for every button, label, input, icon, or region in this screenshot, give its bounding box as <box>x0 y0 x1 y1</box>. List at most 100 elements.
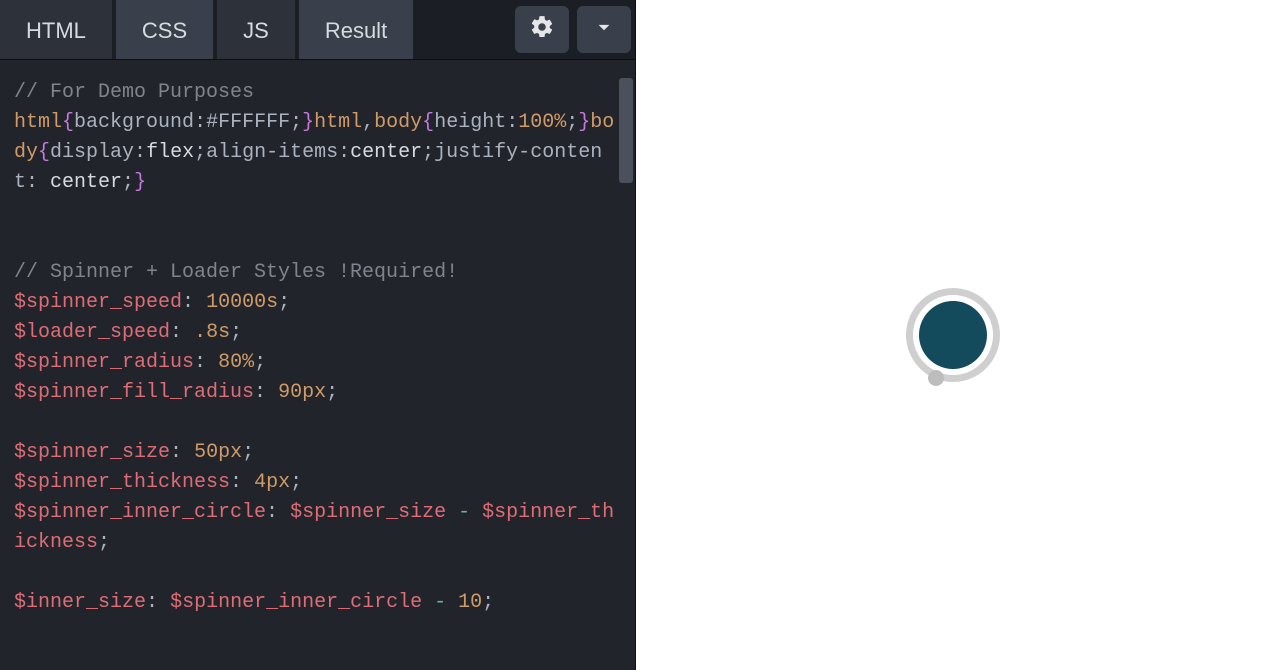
code-token: : <box>134 141 146 164</box>
code-comment: // Spinner + Loader Styles !Required! <box>14 261 458 284</box>
code-token: ; <box>194 141 206 164</box>
preview-panel <box>635 0 1270 670</box>
chevron-down-icon <box>591 14 617 45</box>
code-blank <box>14 198 621 228</box>
code-token: $spinner_size <box>14 441 170 464</box>
code-line: html{background:#FFFFFF;}html,body{heigh… <box>14 108 621 198</box>
code-token: ; <box>254 351 266 374</box>
tab-label: HTML <box>26 18 86 44</box>
settings-button[interactable] <box>515 6 569 53</box>
code-token: background <box>74 111 194 134</box>
code-token: { <box>38 141 50 164</box>
code-token: ; <box>242 441 254 464</box>
code-token: { <box>62 111 74 134</box>
code-token: : <box>194 351 206 374</box>
code-line: $loader_speed: .8s; <box>14 318 621 348</box>
code-token: 50px <box>194 441 242 464</box>
code-line: $spinner_thickness: 4px; <box>14 468 621 498</box>
spinner-loader <box>906 288 1000 382</box>
code-token: 10 <box>458 591 482 614</box>
code-token: align-items <box>206 141 338 164</box>
code-token: $spinner_radius <box>14 351 194 374</box>
code-token: : <box>194 111 206 134</box>
app-root: HTML CSS JS Result // For Demo Purposes … <box>0 0 1270 670</box>
code-line: $spinner_size: 50px; <box>14 438 621 468</box>
tab-label: CSS <box>142 18 187 44</box>
code-blank <box>14 558 621 588</box>
code-token: : <box>266 501 278 524</box>
tab-html[interactable]: HTML <box>0 0 112 59</box>
code-token: html <box>314 111 362 134</box>
code-token: $loader_speed <box>14 321 170 344</box>
code-blank <box>14 408 621 438</box>
code-token: : <box>146 591 158 614</box>
code-token: 4px <box>254 471 290 494</box>
code-token: : <box>506 111 518 134</box>
scrollbar-thumb[interactable] <box>619 78 633 183</box>
editor-panel: HTML CSS JS Result // For Demo Purposes … <box>0 0 635 670</box>
code-token: : <box>26 171 38 194</box>
code-token: html <box>14 111 62 134</box>
collapse-button[interactable] <box>577 6 631 53</box>
code-token: , <box>362 111 374 134</box>
code-token: } <box>578 111 590 134</box>
code-token: ; <box>482 591 494 614</box>
tab-label: JS <box>243 18 269 44</box>
tab-css[interactable]: CSS <box>116 0 213 59</box>
code-token: : <box>182 291 194 314</box>
code-token: $spinner_inner_circle <box>170 591 422 614</box>
code-token: 100% <box>518 111 566 134</box>
tab-bar: HTML CSS JS Result <box>0 0 635 60</box>
code-token: body <box>374 111 422 134</box>
code-token: : <box>230 471 242 494</box>
code-token: .8s <box>194 321 230 344</box>
code-token: 90px <box>278 381 326 404</box>
code-token: ; <box>422 141 434 164</box>
code-token: ; <box>290 111 302 134</box>
code-line: $inner_size: $spinner_inner_circle - 10; <box>14 588 621 618</box>
tab-result[interactable]: Result <box>299 0 413 59</box>
code-token: $spinner_thickness <box>14 471 230 494</box>
code-token: ; <box>566 111 578 134</box>
tabbar-spacer <box>417 0 511 59</box>
code-token: center <box>350 141 422 164</box>
code-token: } <box>302 111 314 134</box>
code-token: 10000s <box>206 291 278 314</box>
code-token: - <box>422 591 458 614</box>
code-token: center <box>38 171 122 194</box>
code-line: // For Demo Purposes <box>14 78 621 108</box>
spinner-core <box>919 301 987 369</box>
code-line: $spinner_inner_circle: $spinner_size - $… <box>14 498 621 558</box>
gear-icon <box>529 14 555 45</box>
code-token: #FFFFFF <box>206 111 290 134</box>
code-token: display <box>50 141 134 164</box>
code-token: $spinner_size <box>290 501 446 524</box>
tab-js[interactable]: JS <box>217 0 295 59</box>
tab-label: Result <box>325 18 387 44</box>
code-token: : <box>254 381 266 404</box>
code-token: ; <box>278 291 290 314</box>
code-token: height <box>434 111 506 134</box>
code-editor[interactable]: // For Demo Purposes html{background:#FF… <box>0 60 635 670</box>
code-token: - <box>446 501 482 524</box>
code-line: $spinner_fill_radius: 90px; <box>14 378 621 408</box>
code-token: ; <box>290 471 302 494</box>
code-token: ; <box>230 321 242 344</box>
code-token: $spinner_inner_circle <box>14 501 266 524</box>
code-token: ; <box>122 171 134 194</box>
code-token: : <box>170 441 182 464</box>
code-token: : <box>338 141 350 164</box>
code-token: 80% <box>218 351 254 374</box>
code-line: $spinner_radius: 80%; <box>14 348 621 378</box>
code-blank <box>14 228 621 258</box>
code-token: flex <box>146 141 194 164</box>
code-token: ; <box>326 381 338 404</box>
code-comment: // For Demo Purposes <box>14 81 254 104</box>
code-line: // Spinner + Loader Styles !Required! <box>14 258 621 288</box>
code-token: ; <box>98 531 110 554</box>
code-token: } <box>134 171 146 194</box>
code-token: $spinner_fill_radius <box>14 381 254 404</box>
code-token: : <box>170 321 182 344</box>
code-line: $spinner_speed: 10000s; <box>14 288 621 318</box>
code-token: $inner_size <box>14 591 146 614</box>
